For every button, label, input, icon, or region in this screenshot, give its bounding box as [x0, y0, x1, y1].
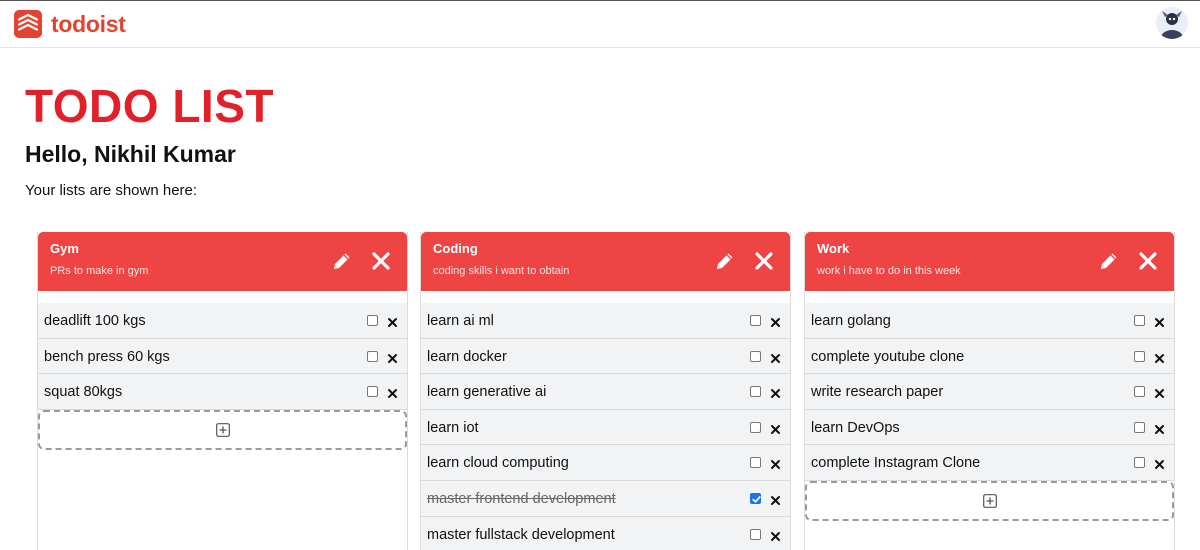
item-checkbox[interactable] — [750, 386, 761, 398]
item-text: complete Instagram Clone — [811, 455, 981, 472]
board-gap — [38, 291, 407, 303]
page-title: TODO LIST — [25, 80, 274, 132]
list-item: learn golang — [805, 303, 1174, 339]
item-text: squat 80kgs — [44, 384, 123, 401]
item-checkbox[interactable] — [367, 350, 378, 362]
board-description: work i have to do in this week — [817, 265, 961, 277]
list-item: complete youtube clone — [805, 338, 1174, 375]
lists-subtitle: Your lists are shown here: — [25, 182, 198, 199]
item-checkbox[interactable] — [367, 315, 378, 326]
todoist-logo-icon — [14, 10, 42, 38]
x-icon[interactable] — [1154, 457, 1165, 470]
add-item-button[interactable] — [38, 409, 407, 450]
item-checkbox[interactable] — [1134, 386, 1145, 398]
board-work: Work work i have to do in this week learn … — [804, 232, 1175, 550]
item-checkbox[interactable] — [750, 315, 761, 326]
item-checkbox[interactable] — [750, 492, 761, 504]
item-checkbox[interactable] — [1134, 315, 1145, 326]
list-item: master frontend development — [421, 480, 790, 517]
x-icon[interactable] — [1154, 315, 1165, 327]
list-item: learn iot — [421, 409, 790, 446]
board-description: PRs to make in gym — [50, 265, 149, 277]
x-icon[interactable] — [1154, 386, 1165, 399]
list-item: master fullstack development — [421, 516, 790, 550]
item-text: deadlift 100 kgs — [44, 313, 146, 329]
list-item: learn DevOps — [805, 409, 1174, 446]
board-title: Work — [817, 241, 850, 256]
item-checkbox[interactable] — [750, 421, 761, 433]
board-header: Gym PRs to make in gym — [38, 232, 407, 291]
list-item: complete Instagram Clone — [805, 445, 1174, 481]
x-icon[interactable] — [770, 386, 781, 399]
board-gym: Gym PRs to make in gym deadlift 100 kgs ben… — [37, 232, 408, 550]
pencil-icon[interactable] — [330, 249, 354, 273]
x-icon[interactable] — [770, 529, 781, 541]
list-item: learn cloud computing — [421, 445, 790, 481]
x-icon[interactable] — [387, 315, 398, 327]
user-avatar[interactable] — [1156, 7, 1188, 39]
item-checkbox[interactable] — [1134, 350, 1145, 362]
close-icon[interactable] — [1136, 249, 1160, 273]
item-checkbox[interactable] — [750, 457, 761, 469]
board-gap — [421, 291, 790, 303]
item-text: learn ai ml — [427, 313, 494, 329]
x-icon[interactable] — [387, 386, 398, 399]
item-checkbox[interactable] — [750, 528, 761, 540]
x-icon[interactable] — [770, 493, 781, 505]
item-text: learn DevOps — [811, 419, 900, 436]
add-item-button[interactable] — [805, 480, 1174, 521]
item-text: learn iot — [427, 419, 479, 436]
top-navbar: todoist — [0, 0, 1200, 48]
x-icon[interactable] — [1154, 422, 1165, 434]
item-text: master frontend development — [427, 490, 616, 507]
item-text: learn generative ai — [427, 384, 547, 401]
x-icon[interactable] — [770, 351, 781, 363]
item-text: complete youtube clone — [811, 348, 965, 365]
item-text: learn golang — [811, 313, 891, 329]
x-icon[interactable] — [387, 351, 398, 363]
list-item: learn ai ml — [421, 303, 790, 339]
list-item: write research paper — [805, 374, 1174, 410]
item-text: bench press 60 kgs — [44, 348, 170, 365]
board-header: Coding coding skills i want to obtain — [421, 232, 790, 291]
brand-logo-link[interactable]: todoist — [14, 10, 126, 38]
item-text: write research paper — [811, 384, 944, 401]
greeting-heading: Hello, Nikhil Kumar — [25, 141, 236, 167]
item-checkbox[interactable] — [750, 350, 761, 362]
list-item: bench press 60 kgs — [38, 338, 407, 375]
close-icon[interactable] — [752, 249, 776, 273]
item-checkbox[interactable] — [367, 386, 378, 398]
board-header: Work work i have to do in this week — [805, 232, 1174, 291]
list-item: learn docker — [421, 338, 790, 375]
board-gap — [805, 291, 1174, 303]
board-coding: Coding coding skills i want to obtain lear… — [420, 232, 791, 550]
item-checkbox[interactable] — [1134, 421, 1145, 433]
x-icon[interactable] — [770, 457, 781, 470]
x-icon[interactable] — [770, 422, 781, 434]
item-text: learn docker — [427, 348, 507, 365]
pencil-icon[interactable] — [1097, 249, 1121, 273]
x-icon[interactable] — [1154, 351, 1165, 363]
brand-name: todoist — [51, 10, 126, 37]
list-item: learn generative ai — [421, 374, 790, 410]
board-description: coding skills i want to obtain — [433, 265, 570, 277]
board-title: Coding — [433, 241, 478, 256]
x-icon[interactable] — [770, 315, 781, 327]
pencil-icon[interactable] — [713, 249, 737, 273]
board-title: Gym — [50, 241, 79, 256]
item-text: master fullstack development — [427, 526, 615, 543]
list-item: deadlift 100 kgs — [38, 303, 407, 339]
item-checkbox[interactable] — [1134, 457, 1145, 469]
list-item: squat 80kgs — [38, 374, 407, 410]
item-text: learn cloud computing — [427, 455, 569, 472]
close-icon[interactable] — [369, 249, 393, 273]
